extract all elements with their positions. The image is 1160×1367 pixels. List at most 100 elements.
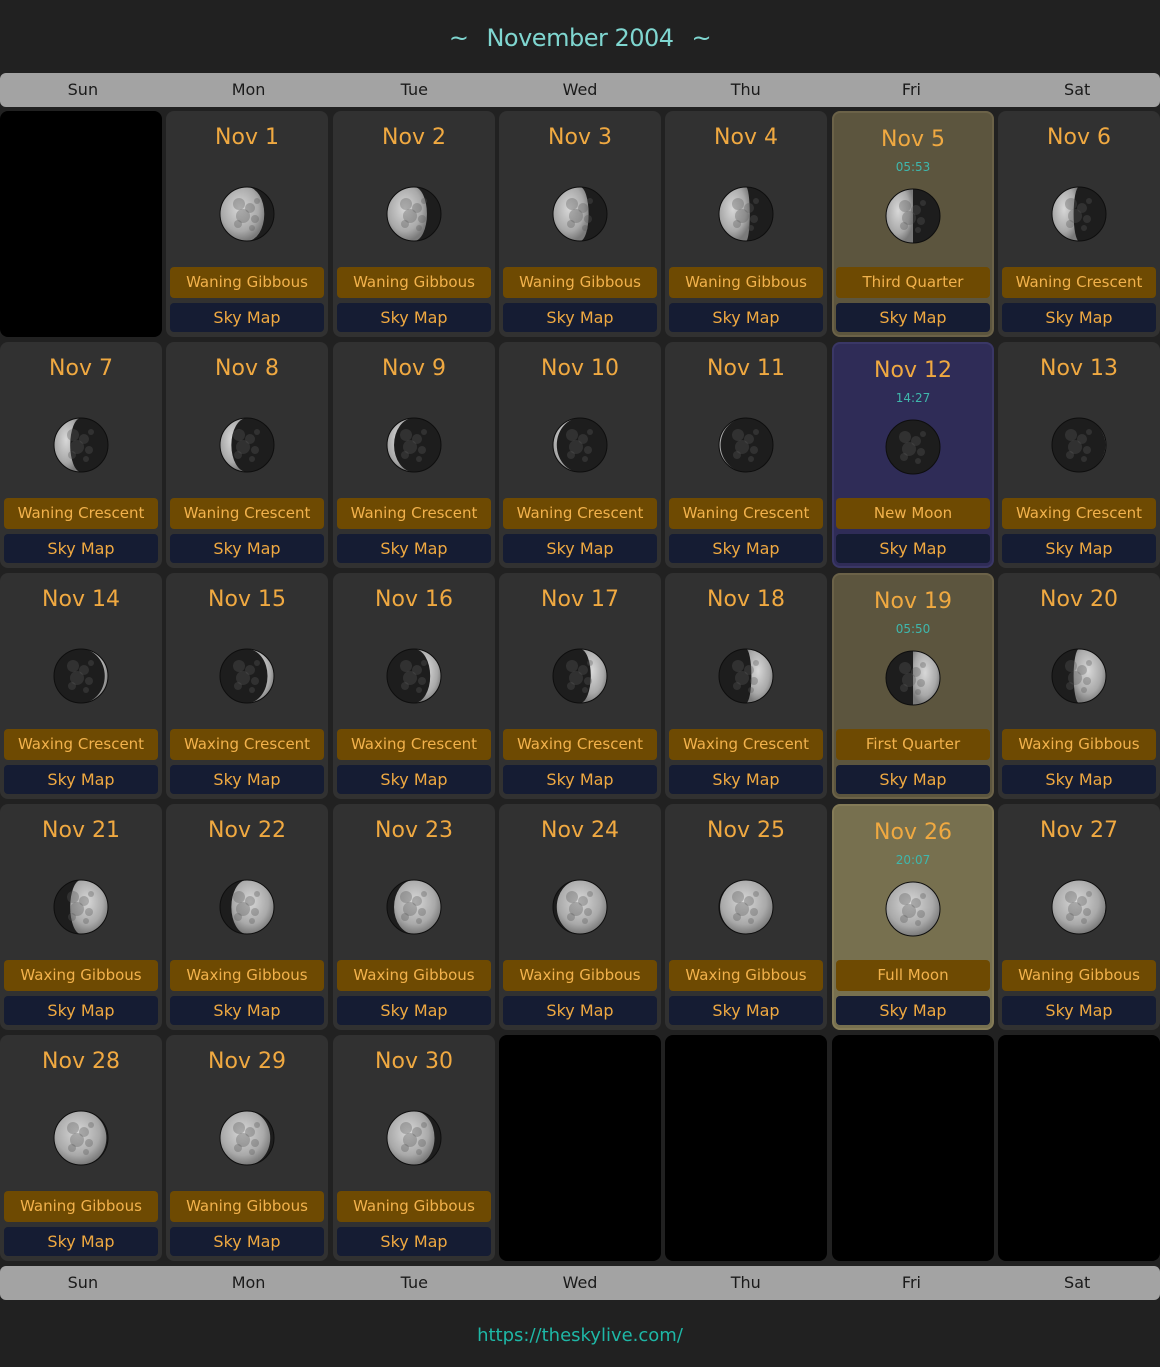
phase-label: Waxing Gibbous [669, 960, 823, 991]
sky-map-button[interactable]: Sky Map [1002, 765, 1156, 794]
sky-map-button[interactable]: Sky Map [836, 996, 990, 1025]
moon-phase-icon [219, 879, 275, 935]
sky-map-button[interactable]: Sky Map [170, 534, 324, 563]
day-date: Nov 8 [215, 356, 279, 381]
moon-phase-icon [552, 648, 608, 704]
moon-phase-icon [885, 188, 941, 244]
day-date: Nov 27 [1040, 818, 1118, 843]
day-date: Nov 16 [375, 587, 453, 612]
title-left-tilde: ~ [448, 24, 469, 52]
sky-map-button[interactable]: Sky Map [669, 765, 823, 794]
empty-day-cell [665, 1035, 827, 1261]
sky-map-button[interactable]: Sky Map [503, 765, 657, 794]
day-cell: Nov 5 05:53 Third Quarter Sky Map [832, 111, 994, 337]
day-cell: Nov 13 Waxing Crescent Sky Map [998, 342, 1160, 568]
sky-map-button[interactable]: Sky Map [170, 303, 324, 332]
weekday-thu: Thu [730, 80, 761, 99]
day-cell: Nov 14 Waxing Crescent Sky Map [0, 573, 162, 799]
empty-day-cell [499, 1035, 661, 1261]
sky-map-button[interactable]: Sky Map [337, 765, 491, 794]
sky-map-button[interactable]: Sky Map [337, 534, 491, 563]
day-cell: Nov 28 Waning Gibbous Sky Map [0, 1035, 162, 1261]
sky-map-button[interactable]: Sky Map [1002, 303, 1156, 332]
moon-phase-icon [552, 879, 608, 935]
day-cell: Nov 21 Waxing Gibbous Sky Map [0, 804, 162, 1030]
sky-map-button[interactable]: Sky Map [503, 996, 657, 1025]
weekday-mon: Mon [231, 1273, 266, 1292]
phase-label: Full Moon [836, 960, 990, 991]
moon-phase-icon [885, 419, 941, 475]
sky-map-button[interactable]: Sky Map [669, 996, 823, 1025]
day-cell: Nov 30 Waning Gibbous Sky Map [333, 1035, 495, 1261]
day-date: Nov 6 [1047, 125, 1111, 150]
sky-map-button[interactable]: Sky Map [836, 534, 990, 563]
sky-map-button[interactable]: Sky Map [1002, 996, 1156, 1025]
phase-label: Waxing Gibbous [4, 960, 158, 991]
sky-map-button[interactable]: Sky Map [170, 1227, 324, 1256]
month-title: November 2004 [486, 24, 674, 52]
phase-label: Waxing Gibbous [1002, 729, 1156, 760]
moon-phase-icon [718, 648, 774, 704]
moon-phase-icon [1051, 417, 1107, 473]
phase-label: Waxing Crescent [669, 729, 823, 760]
day-date: Nov 15 [208, 587, 286, 612]
day-cell: Nov 6 Waning Crescent Sky Map [998, 111, 1160, 337]
sky-map-button[interactable]: Sky Map [4, 765, 158, 794]
sky-map-button[interactable]: Sky Map [4, 996, 158, 1025]
phase-label: Waxing Gibbous [170, 960, 324, 991]
sky-map-button[interactable]: Sky Map [836, 765, 990, 794]
day-cell: Nov 16 Waxing Crescent Sky Map [333, 573, 495, 799]
sky-map-button[interactable]: Sky Map [503, 534, 657, 563]
phase-label: Waxing Gibbous [503, 960, 657, 991]
day-date: Nov 24 [541, 818, 619, 843]
phase-label: Third Quarter [836, 267, 990, 298]
day-cell: Nov 10 Waning Crescent Sky Map [499, 342, 661, 568]
empty-day-cell [832, 1035, 994, 1261]
weekday-sun: Sun [67, 80, 99, 99]
sky-map-button[interactable]: Sky Map [4, 534, 158, 563]
sky-map-button[interactable]: Sky Map [669, 303, 823, 332]
day-date: Nov 26 [874, 820, 952, 845]
moon-phase-icon [885, 881, 941, 937]
weekday-fri: Fri [901, 1273, 921, 1292]
day-date: Nov 13 [1040, 356, 1118, 381]
phase-time: 05:50 [895, 622, 931, 636]
title-right-tilde: ~ [691, 24, 712, 52]
day-date: Nov 30 [375, 1049, 453, 1074]
phase-label: Waning Gibbous [669, 267, 823, 298]
sky-map-button[interactable]: Sky Map [337, 996, 491, 1025]
weekday-thu: Thu [730, 1273, 761, 1292]
phase-label: Waning Crescent [4, 498, 158, 529]
sky-map-button[interactable]: Sky Map [4, 1227, 158, 1256]
day-cell: Nov 18 Waxing Crescent Sky Map [665, 573, 827, 799]
day-cell: Nov 26 20:07 Full Moon Sky Map [832, 804, 994, 1030]
sky-map-button[interactable]: Sky Map [170, 765, 324, 794]
footer-link[interactable]: https://theskylive.com/ [0, 1323, 1160, 1349]
day-date: Nov 18 [707, 587, 785, 612]
day-date: Nov 1 [215, 125, 279, 150]
day-cell: Nov 20 Waxing Gibbous Sky Map [998, 573, 1160, 799]
day-cell: Nov 22 Waxing Gibbous Sky Map [166, 804, 328, 1030]
phase-label: Waning Gibbous [4, 1191, 158, 1222]
weekday-header-bottom: Sun Mon Tue Wed Thu Fri Sat [0, 1266, 1160, 1300]
phase-label: Waning Gibbous [1002, 960, 1156, 991]
sky-map-button[interactable]: Sky Map [836, 303, 990, 332]
sky-map-button[interactable]: Sky Map [337, 303, 491, 332]
moon-phase-icon [386, 879, 442, 935]
weekday-sun: Sun [67, 1273, 99, 1292]
sky-map-button[interactable]: Sky Map [1002, 534, 1156, 563]
phase-label: Waning Gibbous [337, 1191, 491, 1222]
sky-map-button[interactable]: Sky Map [337, 1227, 491, 1256]
sky-map-button[interactable]: Sky Map [170, 996, 324, 1025]
weekday-fri: Fri [901, 80, 921, 99]
moon-phase-icon [219, 648, 275, 704]
phase-label: Waxing Crescent [503, 729, 657, 760]
phase-label: Waxing Gibbous [337, 960, 491, 991]
phase-label: Waning Gibbous [170, 267, 324, 298]
sky-map-button[interactable]: Sky Map [669, 534, 823, 563]
day-cell: Nov 1 Waning Gibbous Sky Map [166, 111, 328, 337]
sky-map-button[interactable]: Sky Map [503, 303, 657, 332]
phase-label: Waning Gibbous [337, 267, 491, 298]
page-title: ~ November 2004 ~ [0, 20, 1160, 56]
day-cell: Nov 8 Waning Crescent Sky Map [166, 342, 328, 568]
